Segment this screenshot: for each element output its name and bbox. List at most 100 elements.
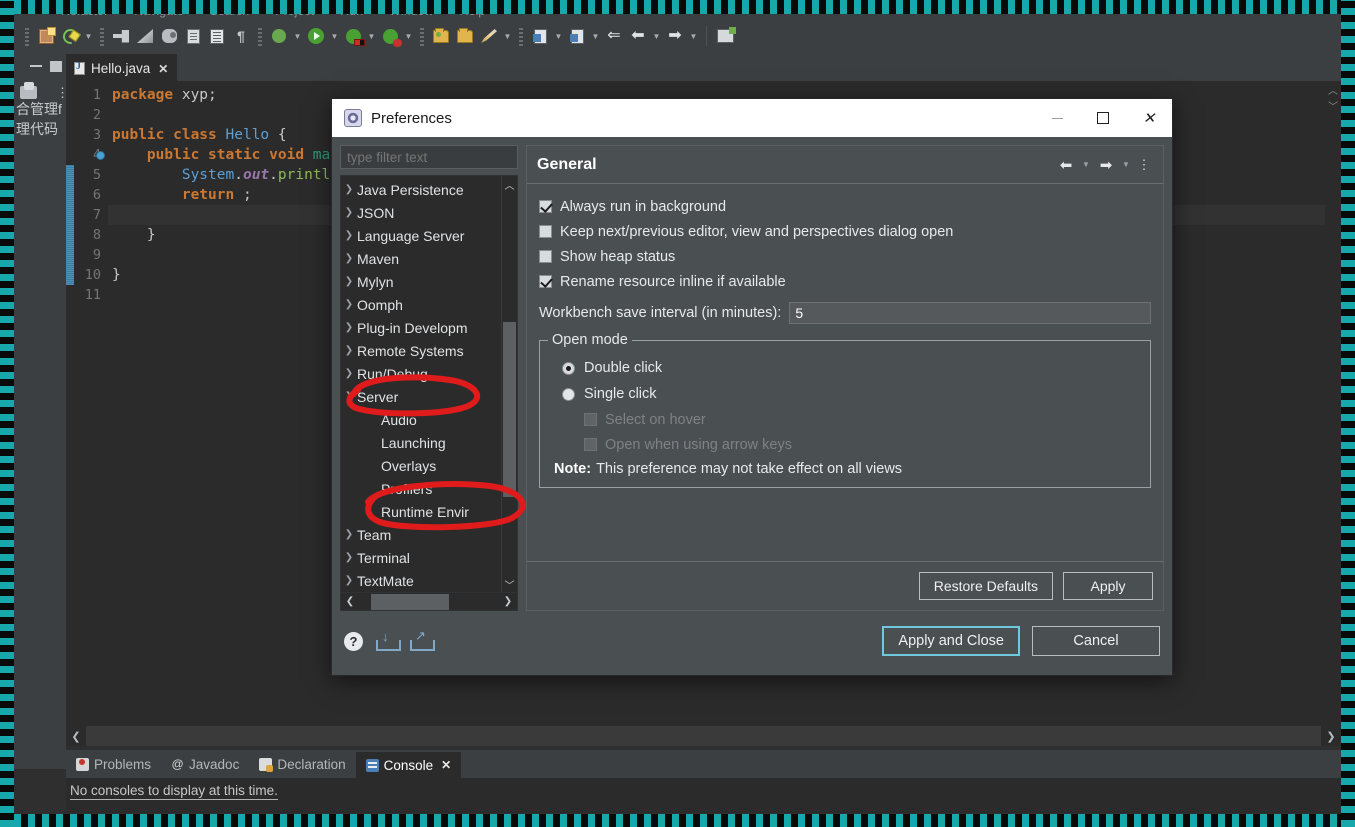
checkbox-row-keep-next-previous-editor[interactable]: Keep next/previous editor, view and pers… [539,219,1151,244]
chevron-right-icon[interactable]: ❯ [341,253,357,264]
chevron-right-icon[interactable]: ❯ [341,575,357,586]
tree-item-language-server[interactable]: ❯ Language Server [341,224,501,247]
tree-item-java-persistence[interactable]: ❯ Java Persistence [341,178,501,201]
vscroll-track[interactable] [502,192,517,576]
chevron-down-icon-forward[interactable]: ▼ [1119,154,1133,176]
chevron-right-icon[interactable]: ❯ [341,322,357,333]
menu-item-run[interactable]: Run [327,5,376,18]
hscroll-track[interactable] [86,726,1321,746]
menu-item-window[interactable]: Window [376,5,446,18]
maximize-icon[interactable] [50,60,62,72]
apply-and-close-button[interactable]: Apply and Close [882,626,1020,656]
chevron-down-icon-back[interactable]: ▼ [1079,154,1093,176]
chevron-right-icon[interactable]: ❯ [341,207,357,218]
chevron-right-icon[interactable]: ❯ [341,184,357,195]
checkbox-rename-resource-inline[interactable] [539,275,552,288]
chevron-down-icon-8[interactable]: ▼ [589,25,602,47]
tree-vertical-scrollbar[interactable]: ︿ ﹀ [501,176,517,592]
checkbox-row-rename-resource-inline[interactable]: Rename resource inline if available [539,269,1151,294]
toolbar-grip-5[interactable] [519,26,523,46]
tab-javadoc[interactable]: @ Javadoc [161,750,249,778]
import-icon[interactable] [376,629,401,651]
checkbox-show-heap-status[interactable] [539,250,552,263]
open-perspective-icon[interactable] [713,24,737,48]
chevron-right-icon[interactable]: ❯ [341,276,357,287]
run-server-icon[interactable] [341,24,365,48]
toolbar-grip[interactable] [25,26,29,46]
tree-item-team[interactable]: ❯ Team [341,523,501,546]
editor-vertical-scrollbar[interactable]: ︿ ﹀ [1325,81,1341,719]
list-icon[interactable] [205,24,229,48]
menu-item-search[interactable]: Search [197,5,263,18]
breakpoint-icon[interactable] [96,151,105,160]
menu-item-project[interactable]: Project [262,5,327,18]
menu-item-help[interactable]: Help [447,5,499,18]
toolbar-grip-4[interactable] [420,26,424,46]
scroll-down-icon[interactable]: ﹀ [502,576,517,592]
vscroll-thumb[interactable] [503,322,516,497]
editor-tab-hello-java[interactable]: Hello.java ✕ [66,54,178,81]
tree-item-profilers[interactable]: Profilers [341,477,501,500]
package-presentation-icon[interactable] [20,82,37,99]
scroll-left-icon[interactable]: ❮ [66,726,86,746]
tree-item-audio[interactable]: Audio [341,408,501,431]
tree-item-run-debug[interactable]: ❯ Run/Debug [341,362,501,385]
tree-item-oomph[interactable]: ❯ Oomph [341,293,501,316]
back-history-icon[interactable]: ⇐ [602,24,626,48]
search-reference-icon[interactable] [565,24,589,48]
chevron-down-icon-7[interactable]: ▼ [552,25,565,47]
export-icon[interactable] [410,628,435,651]
search-icon[interactable] [528,24,552,48]
chevron-down-icon-3[interactable]: ▼ [328,25,341,47]
checkbox-row-show-heap-status[interactable]: Show heap status [539,244,1151,269]
checkbox-always-run-in-background[interactable] [539,200,552,213]
chevron-down-icon-5[interactable]: ▼ [402,25,415,47]
new-project-icon[interactable] [34,24,58,48]
checkbox-row-always-run-in-background[interactable]: Always run in background [539,194,1151,219]
tree-item-launching[interactable]: Launching [341,431,501,454]
scroll-right-icon[interactable]: ❯ [1321,726,1341,746]
tab-console[interactable]: Console ✕ [355,750,462,778]
new-java-class-icon[interactable] [58,24,82,48]
back-arrow-icon[interactable]: ⬅ [1055,154,1077,176]
radio-single-click[interactable] [562,387,575,401]
pilcrow-icon[interactable]: ¶ [229,24,253,48]
view-menu-icon[interactable]: ⋮ [56,86,69,99]
radio-row-double-click[interactable]: Double click [552,355,1138,381]
tree-item-runtime-environments[interactable]: Runtime Envir [341,500,501,523]
quick-access-icon[interactable] [109,24,133,48]
vertical-dots-icon[interactable]: ⋮ [1135,154,1153,176]
scroll-up-icon[interactable]: ︿ [502,176,517,192]
tree-item-remote-systems[interactable]: ❯ Remote Systems [341,339,501,362]
close-icon[interactable]: ✕ [1126,99,1172,137]
cancel-button[interactable]: Cancel [1032,626,1160,656]
preferences-tree[interactable]: ❯ Java Persistence ❯ JSON ❯ Language Server… [341,176,501,592]
close-icon[interactable]: ✕ [158,62,168,76]
minimize-icon[interactable] [1034,99,1080,137]
tree-item-terminal[interactable]: ❯ Terminal [341,546,501,569]
skip-breakpoints-icon[interactable] [267,24,291,48]
tree-item-textmate[interactable]: ❯ TextMate [341,569,501,592]
scroll-down-icon[interactable]: ﹀ [1325,97,1341,113]
help-icon[interactable]: ? [344,631,363,651]
tree-item-server[interactable]: ❯ Server [341,385,501,408]
tree-item-overlays[interactable]: Overlays [341,454,501,477]
chevron-down-icon-6[interactable]: ▼ [501,25,514,47]
maximize-icon[interactable] [1080,99,1126,137]
chevron-right-icon[interactable]: ❯ [341,368,357,379]
menu-item-navigate[interactable]: Navigate [121,5,196,18]
run-icon[interactable] [304,24,328,48]
open-folder-icon[interactable] [453,24,477,48]
toolbar-grip-2[interactable] [100,26,104,46]
forward-icon[interactable]: ➡ [663,24,687,48]
scroll-up-icon[interactable]: ︿ [1325,81,1341,97]
chevron-down-icon-4[interactable]: ▼ [365,25,378,47]
chevron-right-icon[interactable]: ❯ [341,391,357,402]
ruler-icon[interactable] [133,24,157,48]
tab-declaration[interactable]: Declaration [249,750,355,778]
radio-row-single-click[interactable]: Single click [552,381,1138,407]
chevron-down-icon-9[interactable]: ▼ [650,25,663,47]
tree-item-maven[interactable]: ❯ Maven [341,247,501,270]
minimize-icon[interactable] [30,65,42,67]
menu-item-refactor[interactable]: Refactor [48,5,121,18]
